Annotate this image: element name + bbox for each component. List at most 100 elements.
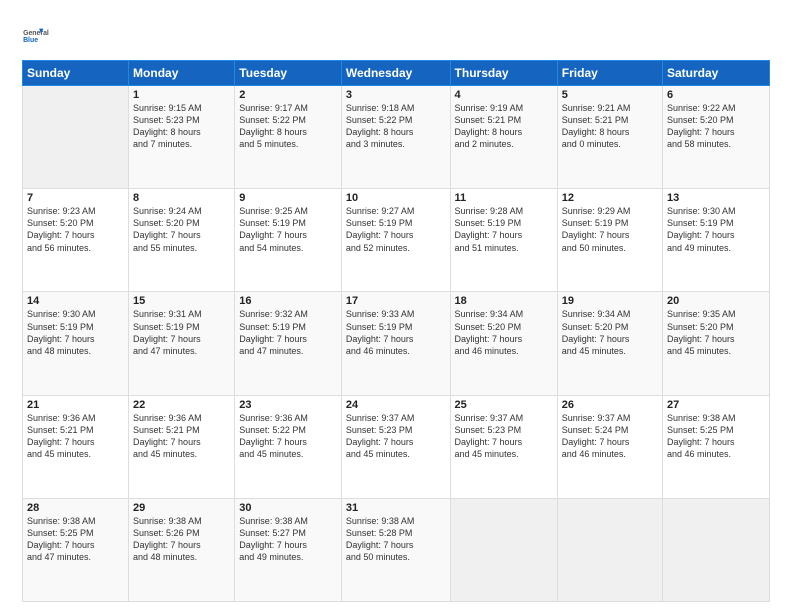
cell-info: Sunrise: 9:24 AMSunset: 5:20 PMDaylight:… bbox=[133, 205, 230, 254]
day-number: 31 bbox=[346, 502, 446, 514]
cell-info: Sunrise: 9:37 AMSunset: 5:23 PMDaylight:… bbox=[455, 412, 553, 461]
cell-info: Sunrise: 9:23 AMSunset: 5:20 PMDaylight:… bbox=[27, 205, 124, 254]
day-number: 23 bbox=[239, 399, 337, 411]
cell-info: Sunrise: 9:30 AMSunset: 5:19 PMDaylight:… bbox=[27, 308, 124, 357]
day-number: 2 bbox=[239, 89, 337, 101]
calendar-cell: 2Sunrise: 9:17 AMSunset: 5:22 PMDaylight… bbox=[235, 86, 342, 189]
calendar-cell: 22Sunrise: 9:36 AMSunset: 5:21 PMDayligh… bbox=[129, 395, 235, 498]
header: General Blue bbox=[22, 18, 770, 50]
cell-info: Sunrise: 9:29 AMSunset: 5:19 PMDaylight:… bbox=[562, 205, 658, 254]
cell-info: Sunrise: 9:36 AMSunset: 5:21 PMDaylight:… bbox=[133, 412, 230, 461]
cell-info: Sunrise: 9:38 AMSunset: 5:25 PMDaylight:… bbox=[27, 515, 124, 564]
svg-text:General: General bbox=[23, 30, 49, 37]
cell-info: Sunrise: 9:36 AMSunset: 5:21 PMDaylight:… bbox=[27, 412, 124, 461]
calendar-cell: 8Sunrise: 9:24 AMSunset: 5:20 PMDaylight… bbox=[129, 189, 235, 292]
cell-info: Sunrise: 9:18 AMSunset: 5:22 PMDaylight:… bbox=[346, 102, 446, 151]
calendar-cell: 16Sunrise: 9:32 AMSunset: 5:19 PMDayligh… bbox=[235, 292, 342, 395]
week-row-4: 21Sunrise: 9:36 AMSunset: 5:21 PMDayligh… bbox=[23, 395, 770, 498]
calendar-cell bbox=[557, 498, 662, 601]
calendar-cell: 24Sunrise: 9:37 AMSunset: 5:23 PMDayligh… bbox=[341, 395, 450, 498]
week-row-5: 28Sunrise: 9:38 AMSunset: 5:25 PMDayligh… bbox=[23, 498, 770, 601]
calendar-cell: 26Sunrise: 9:37 AMSunset: 5:24 PMDayligh… bbox=[557, 395, 662, 498]
cell-info: Sunrise: 9:19 AMSunset: 5:21 PMDaylight:… bbox=[455, 102, 553, 151]
day-number: 24 bbox=[346, 399, 446, 411]
day-number: 19 bbox=[562, 295, 658, 307]
calendar-cell: 28Sunrise: 9:38 AMSunset: 5:25 PMDayligh… bbox=[23, 498, 129, 601]
cell-info: Sunrise: 9:38 AMSunset: 5:25 PMDaylight:… bbox=[667, 412, 765, 461]
day-number: 27 bbox=[667, 399, 765, 411]
calendar-cell: 25Sunrise: 9:37 AMSunset: 5:23 PMDayligh… bbox=[450, 395, 557, 498]
day-number: 8 bbox=[133, 192, 230, 204]
calendar-cell: 6Sunrise: 9:22 AMSunset: 5:20 PMDaylight… bbox=[663, 86, 770, 189]
day-number: 29 bbox=[133, 502, 230, 514]
weekday-header-monday: Monday bbox=[129, 61, 235, 86]
day-number: 9 bbox=[239, 192, 337, 204]
calendar-cell: 19Sunrise: 9:34 AMSunset: 5:20 PMDayligh… bbox=[557, 292, 662, 395]
day-number: 5 bbox=[562, 89, 658, 101]
cell-info: Sunrise: 9:33 AMSunset: 5:19 PMDaylight:… bbox=[346, 308, 446, 357]
day-number: 22 bbox=[133, 399, 230, 411]
logo-icon: General Blue bbox=[22, 18, 54, 50]
cell-info: Sunrise: 9:21 AMSunset: 5:21 PMDaylight:… bbox=[562, 102, 658, 151]
week-row-1: 1Sunrise: 9:15 AMSunset: 5:23 PMDaylight… bbox=[23, 86, 770, 189]
day-number: 25 bbox=[455, 399, 553, 411]
day-number: 17 bbox=[346, 295, 446, 307]
calendar-cell: 21Sunrise: 9:36 AMSunset: 5:21 PMDayligh… bbox=[23, 395, 129, 498]
calendar-cell: 23Sunrise: 9:36 AMSunset: 5:22 PMDayligh… bbox=[235, 395, 342, 498]
cell-info: Sunrise: 9:27 AMSunset: 5:19 PMDaylight:… bbox=[346, 205, 446, 254]
calendar-cell: 5Sunrise: 9:21 AMSunset: 5:21 PMDaylight… bbox=[557, 86, 662, 189]
day-number: 11 bbox=[455, 192, 553, 204]
weekday-header-wednesday: Wednesday bbox=[341, 61, 450, 86]
weekday-header-tuesday: Tuesday bbox=[235, 61, 342, 86]
cell-info: Sunrise: 9:17 AMSunset: 5:22 PMDaylight:… bbox=[239, 102, 337, 151]
day-number: 20 bbox=[667, 295, 765, 307]
calendar-cell: 13Sunrise: 9:30 AMSunset: 5:19 PMDayligh… bbox=[663, 189, 770, 292]
cell-info: Sunrise: 9:38 AMSunset: 5:28 PMDaylight:… bbox=[346, 515, 446, 564]
day-number: 15 bbox=[133, 295, 230, 307]
weekday-header-row: SundayMondayTuesdayWednesdayThursdayFrid… bbox=[23, 61, 770, 86]
svg-text:Blue: Blue bbox=[23, 37, 38, 44]
week-row-3: 14Sunrise: 9:30 AMSunset: 5:19 PMDayligh… bbox=[23, 292, 770, 395]
weekday-header-saturday: Saturday bbox=[663, 61, 770, 86]
cell-info: Sunrise: 9:31 AMSunset: 5:19 PMDaylight:… bbox=[133, 308, 230, 357]
day-number: 10 bbox=[346, 192, 446, 204]
calendar-cell: 17Sunrise: 9:33 AMSunset: 5:19 PMDayligh… bbox=[341, 292, 450, 395]
calendar-cell: 15Sunrise: 9:31 AMSunset: 5:19 PMDayligh… bbox=[129, 292, 235, 395]
calendar-cell bbox=[450, 498, 557, 601]
calendar-cell: 4Sunrise: 9:19 AMSunset: 5:21 PMDaylight… bbox=[450, 86, 557, 189]
day-number: 1 bbox=[133, 89, 230, 101]
day-number: 13 bbox=[667, 192, 765, 204]
calendar-cell: 20Sunrise: 9:35 AMSunset: 5:20 PMDayligh… bbox=[663, 292, 770, 395]
week-row-2: 7Sunrise: 9:23 AMSunset: 5:20 PMDaylight… bbox=[23, 189, 770, 292]
cell-info: Sunrise: 9:37 AMSunset: 5:23 PMDaylight:… bbox=[346, 412, 446, 461]
day-number: 16 bbox=[239, 295, 337, 307]
day-number: 26 bbox=[562, 399, 658, 411]
logo: General Blue bbox=[22, 18, 54, 50]
cell-info: Sunrise: 9:25 AMSunset: 5:19 PMDaylight:… bbox=[239, 205, 337, 254]
day-number: 28 bbox=[27, 502, 124, 514]
weekday-header-friday: Friday bbox=[557, 61, 662, 86]
cell-info: Sunrise: 9:22 AMSunset: 5:20 PMDaylight:… bbox=[667, 102, 765, 151]
calendar-cell: 12Sunrise: 9:29 AMSunset: 5:19 PMDayligh… bbox=[557, 189, 662, 292]
cell-info: Sunrise: 9:32 AMSunset: 5:19 PMDaylight:… bbox=[239, 308, 337, 357]
calendar-cell bbox=[663, 498, 770, 601]
cell-info: Sunrise: 9:34 AMSunset: 5:20 PMDaylight:… bbox=[562, 308, 658, 357]
cell-info: Sunrise: 9:38 AMSunset: 5:26 PMDaylight:… bbox=[133, 515, 230, 564]
calendar-cell: 1Sunrise: 9:15 AMSunset: 5:23 PMDaylight… bbox=[129, 86, 235, 189]
weekday-header-sunday: Sunday bbox=[23, 61, 129, 86]
calendar-cell bbox=[23, 86, 129, 189]
day-number: 21 bbox=[27, 399, 124, 411]
cell-info: Sunrise: 9:35 AMSunset: 5:20 PMDaylight:… bbox=[667, 308, 765, 357]
calendar-cell: 11Sunrise: 9:28 AMSunset: 5:19 PMDayligh… bbox=[450, 189, 557, 292]
weekday-header-thursday: Thursday bbox=[450, 61, 557, 86]
calendar-cell: 10Sunrise: 9:27 AMSunset: 5:19 PMDayligh… bbox=[341, 189, 450, 292]
day-number: 4 bbox=[455, 89, 553, 101]
calendar-cell: 29Sunrise: 9:38 AMSunset: 5:26 PMDayligh… bbox=[129, 498, 235, 601]
cell-info: Sunrise: 9:38 AMSunset: 5:27 PMDaylight:… bbox=[239, 515, 337, 564]
cell-info: Sunrise: 9:30 AMSunset: 5:19 PMDaylight:… bbox=[667, 205, 765, 254]
calendar-cell: 31Sunrise: 9:38 AMSunset: 5:28 PMDayligh… bbox=[341, 498, 450, 601]
cell-info: Sunrise: 9:36 AMSunset: 5:22 PMDaylight:… bbox=[239, 412, 337, 461]
day-number: 6 bbox=[667, 89, 765, 101]
cell-info: Sunrise: 9:37 AMSunset: 5:24 PMDaylight:… bbox=[562, 412, 658, 461]
calendar-cell: 3Sunrise: 9:18 AMSunset: 5:22 PMDaylight… bbox=[341, 86, 450, 189]
